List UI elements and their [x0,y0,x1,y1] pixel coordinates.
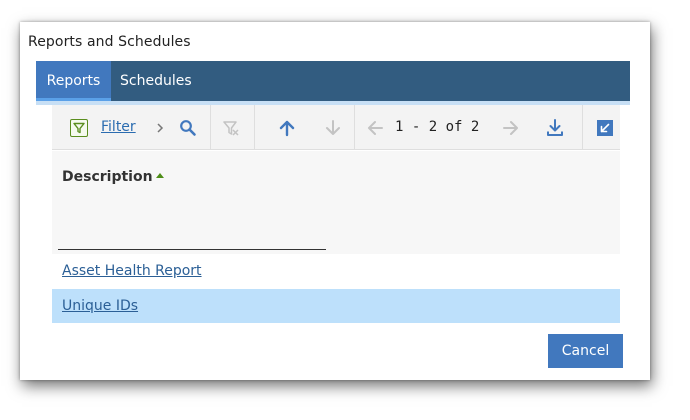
report-link[interactable]: Unique IDs [62,289,138,323]
move-up-button[interactable] [274,105,300,150]
filter-icon [70,118,88,137]
search-button[interactable] [175,105,201,150]
cancel-button[interactable]: Cancel [548,334,623,368]
maximize-icon [597,119,613,136]
table-row-selected[interactable]: Unique IDs [52,289,620,323]
previous-page-button[interactable] [362,105,388,150]
toolbar-divider [210,105,211,150]
tab-reports[interactable]: Reports [36,61,111,101]
arrow-up-icon [279,120,295,136]
tab-bar: Reports Schedules [36,61,630,101]
download-icon [547,118,563,136]
arrow-right-icon [503,120,518,135]
maximize-button[interactable] [590,105,620,150]
download-button[interactable] [542,105,568,150]
sort-ascending-icon [155,173,164,178]
clear-filter-button[interactable] [220,105,242,150]
toolbar-divider [254,105,255,150]
filter-link[interactable]: Filter [101,105,136,150]
next-page-button[interactable] [498,105,524,150]
clear-filter-icon [223,120,239,136]
column-header-label: Description [62,169,153,185]
report-link[interactable]: Asset Health Report [62,254,202,288]
reports-table: Filter 1 - 2 of 2 Description Asset Heal… [52,105,620,323]
arrow-left-icon [368,120,383,135]
reports-schedules-dialog: Reports and Schedules Reports Schedules … [20,22,650,380]
move-down-button[interactable] [320,105,346,150]
toolbar-divider [354,105,355,150]
filter-button[interactable] [70,105,88,150]
arrow-down-icon [326,119,340,135]
column-header-description[interactable]: Description [62,169,164,185]
description-filter-input[interactable] [58,249,326,250]
dialog-title: Reports and Schedules [28,34,191,50]
toolbar-divider [582,105,583,150]
search-icon [180,119,196,136]
table-toolbar: Filter 1 - 2 of 2 [52,105,620,150]
column-header-area: Description [52,151,620,254]
pagination-status: 1 - 2 of 2 [395,119,480,135]
table-row[interactable]: Asset Health Report [52,254,620,288]
chevron-right-icon[interactable] [152,105,168,150]
tab-schedules[interactable]: Schedules [120,61,192,101]
